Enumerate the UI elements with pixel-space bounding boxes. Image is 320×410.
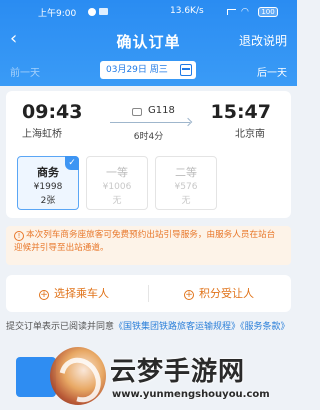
- next-day-button[interactable]: 后一天: [257, 64, 287, 79]
- seat-price: ¥1006: [102, 182, 132, 192]
- seat-availability: 2张: [40, 196, 56, 206]
- agreement-text: 提交订单表示已阅读并同意《国铁集团铁路旅客运输规程》《服务条款》: [6, 320, 292, 334]
- agreement-prefix: 提交订单表示已阅读并同意: [6, 322, 115, 332]
- header: 上午9:00 13.6K/s ◠ 100 ‹ 确认订单 退改说明 前一天 03月…: [0, 0, 297, 86]
- seat-class-name: 一等: [106, 166, 128, 179]
- wifi-icon: ◠: [241, 7, 249, 17]
- notice-text: 本次列车商务座旅客可免费预约出站引导服务，由服务人员在站台迎候并引导至出站通道。: [14, 230, 276, 253]
- plus-circle-icon: +: [39, 290, 49, 300]
- calendar-icon: [180, 64, 192, 76]
- passenger-actions: + 选择乘车人 + 积分受让人: [6, 275, 291, 312]
- seat-availability: 无: [112, 196, 122, 206]
- seat-availability: 无: [181, 196, 191, 206]
- seat-class-name: 二等: [175, 166, 197, 179]
- points-receiver-label: 积分受让人: [199, 287, 254, 300]
- app-notification-icon: [88, 8, 96, 16]
- message-notification-icon: [99, 8, 108, 15]
- prev-day-button[interactable]: 前一天: [10, 64, 40, 79]
- watermark-url: www.yunmengshouyou.com: [112, 389, 270, 400]
- arrival-station: 北京南: [235, 129, 265, 140]
- seat-price: ¥1998: [33, 182, 63, 192]
- check-icon: ✓: [65, 156, 79, 170]
- watermark-title: 云梦手游网: [110, 357, 246, 387]
- date-label: 03月29日 周三: [106, 65, 168, 75]
- network-speed: 13.6K/s: [170, 6, 204, 16]
- trip-card: 09:43 上海虹桥 G118 6时4分 15:47 北京南 商务 ¥1998 …: [6, 91, 291, 218]
- status-time: 上午9:00: [38, 9, 77, 19]
- signal-icon: [227, 9, 236, 15]
- points-receiver-button[interactable]: + 积分受让人: [184, 275, 254, 312]
- seat-option-second-class[interactable]: 二等 ¥576 无: [155, 156, 217, 210]
- train-number[interactable]: G118: [148, 105, 175, 116]
- service-notice: ! 本次列车商务座旅客可免费预约出站引导服务，由服务人员在站台迎候并引导至出站通道…: [6, 226, 291, 265]
- regulation-link[interactable]: 《国铁集团铁路旅客运输规程》: [114, 322, 240, 332]
- watermark: 云梦手游网 www.yunmengshouyou.com: [48, 343, 297, 410]
- watermark-logo-icon: [50, 347, 106, 405]
- plus-circle-icon: +: [184, 290, 194, 300]
- battery-icon: 100: [258, 7, 278, 17]
- departure-time: 09:43: [22, 101, 83, 123]
- route-arrow: [110, 122, 190, 123]
- arrival-time: 15:47: [210, 101, 271, 123]
- select-passenger-label: 选择乘车人: [54, 287, 109, 300]
- date-selector[interactable]: 03月29日 周三: [100, 61, 196, 79]
- alert-icon: !: [14, 231, 24, 241]
- refund-rules-link[interactable]: 退改说明: [239, 32, 287, 49]
- seat-option-business[interactable]: 商务 ¥1998 2张 ✓: [17, 156, 79, 210]
- train-icon: [132, 108, 142, 116]
- terms-link[interactable]: 《服务条款》: [240, 322, 290, 332]
- seat-price: ¥576: [174, 182, 198, 192]
- status-bar: 上午9:00 13.6K/s ◠ 100: [0, 6, 297, 20]
- seat-option-first-class[interactable]: 一等 ¥1006 无: [86, 156, 148, 210]
- divider: [148, 285, 149, 302]
- select-passenger-button[interactable]: + 选择乘车人: [39, 275, 109, 312]
